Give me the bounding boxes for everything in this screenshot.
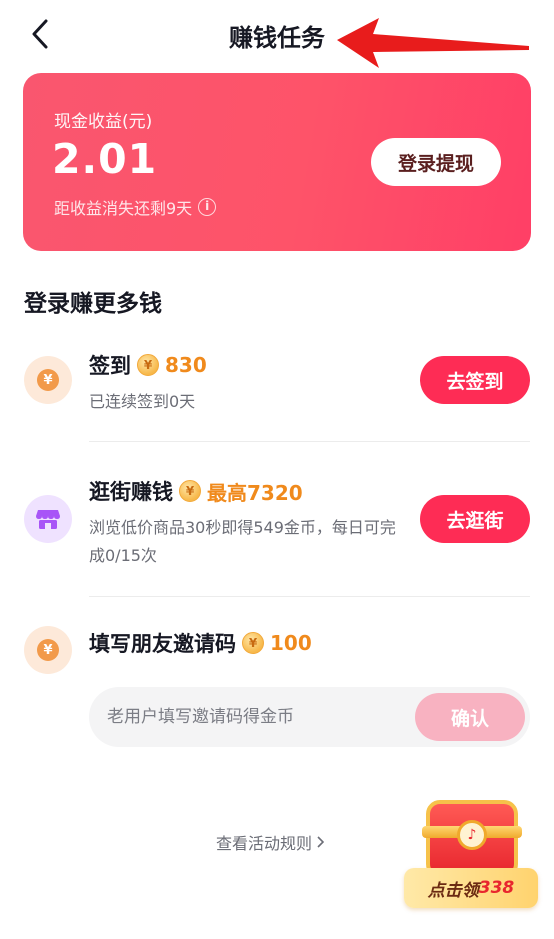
signin-button[interactable]: 去签到 xyxy=(420,356,530,404)
yuan-coin-icon: ¥ xyxy=(24,626,72,674)
task-title: 逛街赚钱 xyxy=(89,480,173,504)
earnings-card: 现金收益(元) 2.01 距收益消失还剩9天 i 登录提现 xyxy=(23,73,531,251)
task-title: 填写朋友邀请码 xyxy=(89,632,236,656)
login-withdraw-button[interactable]: 登录提现 xyxy=(371,138,501,186)
claim-reward-pill[interactable]: 点击领 338 xyxy=(404,868,538,908)
claim-prefix: 点击领 xyxy=(427,880,479,901)
gold-coin-icon: ¥ xyxy=(137,354,159,376)
gold-coin-icon: ¥ xyxy=(179,480,201,502)
earnings-expire: 距收益消失还剩9天 i xyxy=(54,195,217,219)
rules-link[interactable]: 查看活动规则 xyxy=(216,830,325,854)
yuan-coin-icon: ¥ xyxy=(24,356,72,404)
section-title: 登录赚更多钱 xyxy=(24,291,162,317)
earnings-amount: 2.01 xyxy=(52,135,158,183)
rules-label: 查看活动规则 xyxy=(216,834,313,853)
task-title: 签到 xyxy=(89,354,131,378)
earnings-label: 现金收益(元) xyxy=(54,112,153,132)
chest-lock-icon: ♪ xyxy=(457,820,487,850)
task-reward: 最高7320 xyxy=(207,480,303,505)
header: 赚钱任务 xyxy=(0,0,554,74)
task-description: 已连续签到0天 xyxy=(89,392,196,411)
red-arrow-annotation xyxy=(337,18,529,68)
invite-code-box: 确认 xyxy=(89,687,530,747)
divider xyxy=(89,596,530,597)
invite-code-input[interactable] xyxy=(107,687,407,747)
task-description: 浏览低价商品30秒即得549金币，每日可完成0/15次 xyxy=(89,518,396,565)
task-reward: 830 xyxy=(165,353,207,377)
expire-text: 距收益消失还剩9天 xyxy=(54,199,193,218)
gold-coin-icon: ¥ xyxy=(242,632,264,654)
task-reward: 100 xyxy=(270,631,312,655)
treasure-chest-widget[interactable]: ♪ 点击领 338 xyxy=(404,796,540,912)
info-icon[interactable]: i xyxy=(198,198,217,216)
claim-amount: 338 xyxy=(478,878,515,898)
shop-icon xyxy=(24,495,72,543)
chevron-right-icon xyxy=(317,836,325,848)
confirm-button[interactable]: 确认 xyxy=(415,693,525,741)
shopping-button[interactable]: 去逛街 xyxy=(420,495,530,543)
divider xyxy=(89,441,530,442)
